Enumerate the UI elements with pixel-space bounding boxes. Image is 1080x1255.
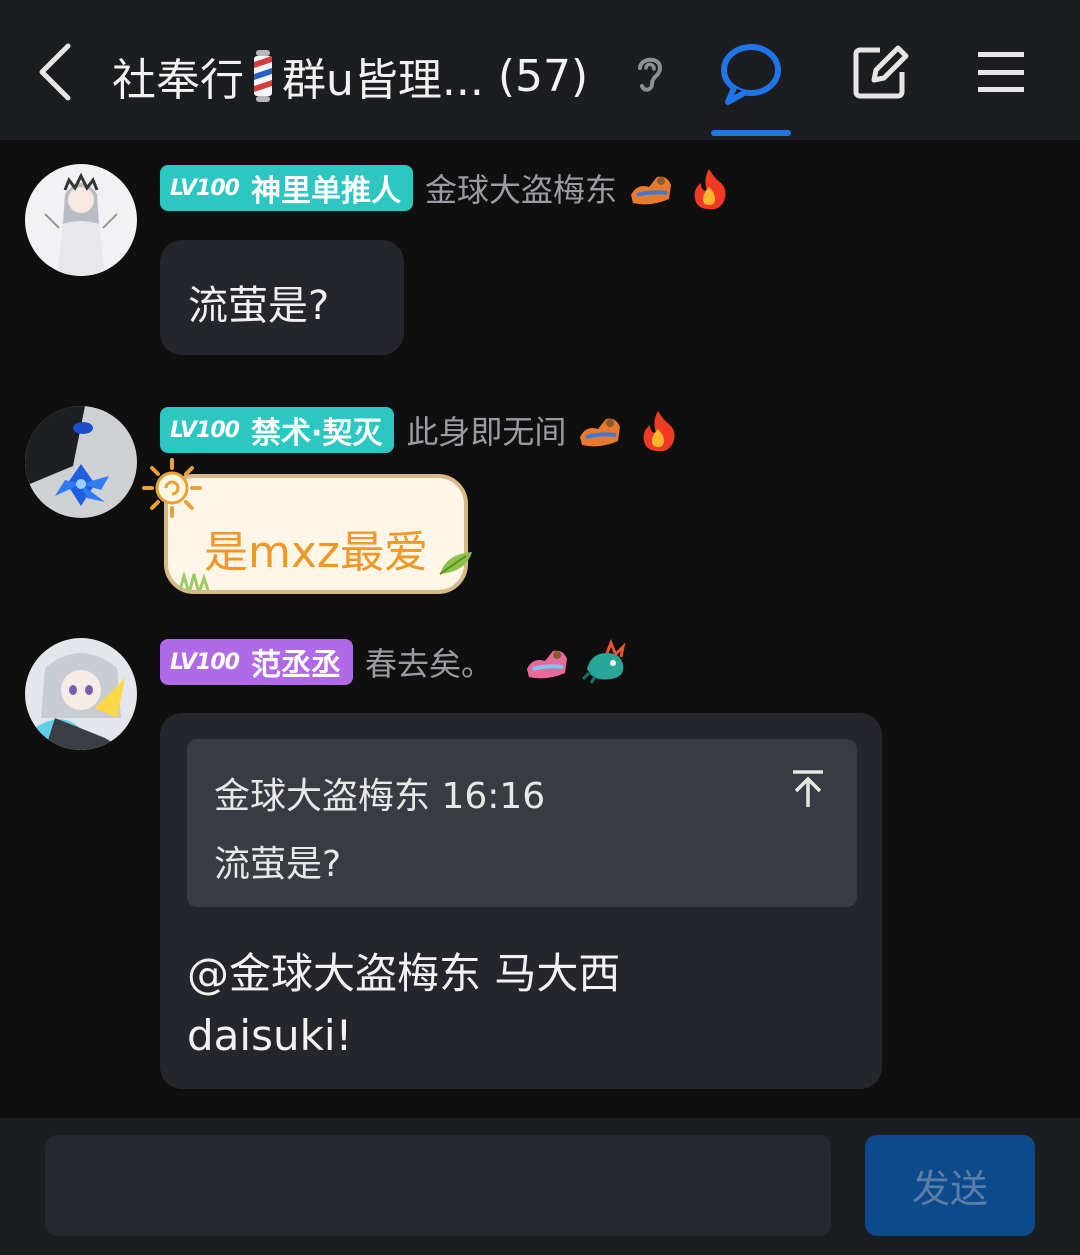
shoe-decoration-icon bbox=[526, 650, 567, 679]
group-title[interactable]: 社奉行 群u皆理... (57) bbox=[112, 44, 588, 108]
badge-title: 范丞丞 bbox=[250, 648, 341, 683]
member-count: (57) bbox=[497, 50, 589, 102]
input-bar: 发送 bbox=[0, 1118, 1080, 1255]
level-label: LV100 bbox=[170, 417, 240, 443]
message-bubble[interactable]: 金球大盗梅东 16:16 流萤是? @金球大盗梅东 马大西 daisuki! bbox=[160, 713, 882, 1089]
quoted-sender-time: 金球大盗梅东 16:16 bbox=[214, 776, 546, 817]
shoe-decoration-icon bbox=[630, 176, 671, 205]
badge-title: 神里单推人 bbox=[250, 174, 401, 209]
quoted-text: 流萤是? bbox=[214, 844, 342, 885]
sender-nickname[interactable]: 金球大盗梅东 bbox=[425, 165, 617, 211]
edit-icon[interactable] bbox=[850, 42, 910, 102]
sender-nickname[interactable]: 春去矣。 bbox=[365, 639, 493, 685]
fire-icon bbox=[643, 411, 675, 452]
message-bubble[interactable]: 流萤是? bbox=[160, 240, 404, 355]
send-button[interactable]: 发送 bbox=[865, 1135, 1035, 1236]
avatar[interactable] bbox=[25, 406, 137, 518]
grass-decoration-icon bbox=[178, 572, 210, 590]
avatar[interactable] bbox=[25, 638, 137, 750]
avatar-image bbox=[25, 638, 137, 750]
reply-line-2: daisuki! bbox=[187, 1011, 353, 1060]
message-text: 是mxz最爱 bbox=[204, 527, 428, 578]
level-badge: LV100 禁术·契灭 bbox=[160, 407, 395, 453]
sun-decoration-icon bbox=[142, 458, 202, 518]
level-badge: LV100 神里单推人 bbox=[160, 165, 413, 211]
fire-icon bbox=[694, 169, 726, 210]
menu-icon[interactable] bbox=[976, 50, 1026, 94]
send-label: 发送 bbox=[911, 1167, 988, 1211]
avatar-image bbox=[25, 406, 137, 518]
ear-icon[interactable] bbox=[632, 52, 668, 94]
avatar-image bbox=[25, 164, 137, 276]
message-meta: LV100 神里单推人 金球大盗梅东 bbox=[160, 165, 733, 211]
barber-pole-emoji bbox=[254, 50, 272, 102]
group-name-part-1: 社奉行 bbox=[112, 55, 244, 106]
sender-nickname[interactable]: 此身即无间 bbox=[406, 407, 566, 453]
leaf-decoration-icon bbox=[439, 552, 472, 575]
message-meta: LV100 禁术·契灭 此身即无间 bbox=[160, 407, 682, 453]
quoted-message[interactable]: 金球大盗梅东 16:16 流萤是? bbox=[187, 739, 857, 907]
message-meta: LV100 范丞丞 春去矣。 bbox=[160, 639, 629, 685]
active-tab-indicator bbox=[711, 130, 791, 136]
level-label: LV100 bbox=[170, 649, 240, 675]
group-name-part-2: 群u皆理... bbox=[282, 55, 484, 106]
jump-to-original-icon[interactable] bbox=[791, 769, 825, 809]
reply-line-1: @金球大盗梅东 马大西 bbox=[187, 949, 621, 998]
message-text: @金球大盗梅东 马大西 daisuki! bbox=[187, 943, 827, 1067]
shoe-decoration-icon bbox=[580, 418, 621, 447]
chat-bubble-icon[interactable] bbox=[718, 40, 784, 106]
back-icon[interactable] bbox=[32, 42, 80, 102]
message-text: 流萤是? bbox=[188, 283, 330, 329]
message-input[interactable] bbox=[45, 1135, 831, 1236]
level-badge: LV100 范丞丞 bbox=[160, 639, 353, 685]
avatar[interactable] bbox=[25, 164, 137, 276]
level-label: LV100 bbox=[170, 175, 240, 201]
dragon-decoration-icon bbox=[581, 639, 626, 684]
badge-title: 禁术·契灭 bbox=[250, 416, 383, 451]
top-bar: 社奉行 群u皆理... (57) bbox=[0, 0, 1080, 140]
